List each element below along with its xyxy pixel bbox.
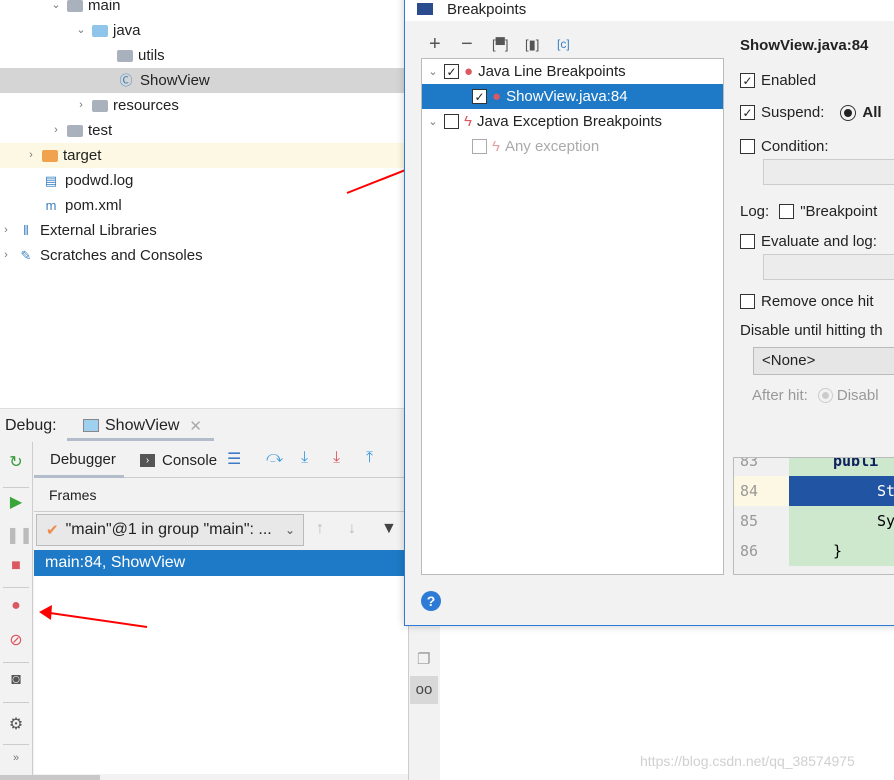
breakpoint-item[interactable]: ⌄ ✓ ● Java Line Breakpoints — [422, 59, 723, 84]
app-icon — [417, 3, 433, 15]
breakpoint-item[interactable]: ✓ ● ShowView.java:84 — [422, 84, 723, 109]
code-line: 84 St — [734, 476, 894, 506]
breakpoint-checkbox[interactable]: ✓ — [472, 89, 487, 104]
line-breakpoint-icon: ● — [492, 88, 502, 105]
suspend-all-radio[interactable] — [840, 104, 857, 121]
dialog-titlebar: Breakpoints — [405, 0, 894, 21]
code-text: Sy — [789, 506, 894, 536]
breakpoint-tree: ⌄ ✓ ● Java Line Breakpoints ✓ ● ShowView.java:… — [421, 58, 724, 575]
group-by-class-icon[interactable]: [c] — [557, 37, 570, 51]
after-hit-row: After hit: Disabl — [752, 387, 879, 404]
breakpoint-item[interactable]: ⌄ ϟ Java Exception Breakpoints — [422, 109, 723, 134]
condition-input[interactable] — [763, 159, 894, 185]
breakpoint-checkbox[interactable] — [444, 114, 459, 129]
suspend-all-label: All — [862, 104, 882, 121]
enabled-checkbox[interactable]: ✓ Enabled — [740, 72, 816, 89]
breakpoint-checkbox[interactable]: ✓ — [444, 64, 459, 79]
line-number: 85 — [734, 506, 789, 536]
exception-breakpoint-icon: ϟ — [464, 113, 472, 130]
log-row: Log: "Breakpoint — [740, 203, 878, 220]
breakpoint-label: Java Exception Breakpoints — [476, 113, 663, 130]
code-preview: 83 publi 84 St 85 Sy 86} — [733, 457, 894, 575]
code-line: 83 publi — [734, 458, 894, 476]
breakpoint-checkbox[interactable] — [472, 139, 487, 154]
disable-radio[interactable] — [817, 388, 833, 403]
disable-until-select[interactable]: <None> — [753, 347, 894, 375]
evaluate-checkbox[interactable]: Evaluate and log: — [740, 233, 877, 250]
chevron-down-icon[interactable]: ⌄ — [427, 65, 439, 78]
suspend-checkbox[interactable]: ✓ Suspend: All — [740, 104, 882, 121]
dialog-title: Breakpoints — [447, 1, 527, 18]
help-icon[interactable]: ? — [421, 591, 441, 611]
exception-breakpoint-icon: ϟ — [492, 138, 500, 155]
line-number: 84 — [734, 476, 789, 506]
watermark: https://blog.csdn.net/qq_38574975 — [640, 753, 855, 769]
line-number: 86 — [734, 536, 789, 566]
remove-once-hit-checkbox[interactable]: Remove once hit — [740, 293, 874, 310]
group-by-file-icon[interactable]: [▮] — [525, 37, 539, 53]
breakpoint-item[interactable]: ϟ Any exception — [422, 134, 723, 159]
breakpoint-label: Java Line Breakpoints — [478, 63, 626, 80]
code-text: publi — [789, 458, 894, 476]
chevron-down-icon[interactable]: ⌄ — [427, 115, 439, 128]
code-text: } — [789, 536, 894, 566]
line-breakpoint-icon: ● — [464, 63, 474, 80]
disable-until-label: Disable until hitting th — [740, 322, 883, 339]
breakpoint-heading: ShowView.java:84 — [740, 37, 869, 54]
breakpoint-label: Any exception — [504, 138, 600, 155]
line-number: 83 — [734, 458, 789, 476]
arrow-to-breakpoints-icon — [49, 612, 148, 628]
group-by-package-icon[interactable]: [▀] — [492, 37, 508, 52]
code-text: St — [789, 476, 894, 506]
code-line: 85 Sy — [734, 506, 894, 536]
code-line: 86} — [734, 536, 894, 566]
evaluate-input[interactable] — [763, 254, 894, 280]
condition-checkbox[interactable]: Condition: — [740, 138, 829, 155]
remove-icon[interactable]: − — [461, 33, 473, 56]
breakpoint-label: ShowView.java:84 — [506, 88, 628, 105]
log-message-checkbox[interactable] — [779, 204, 795, 219]
add-icon[interactable]: + — [429, 33, 441, 56]
breakpoints-dialog: Breakpoints + − [▀] [▮] [c] ⌄ ✓ ● Java Line… — [404, 0, 894, 626]
